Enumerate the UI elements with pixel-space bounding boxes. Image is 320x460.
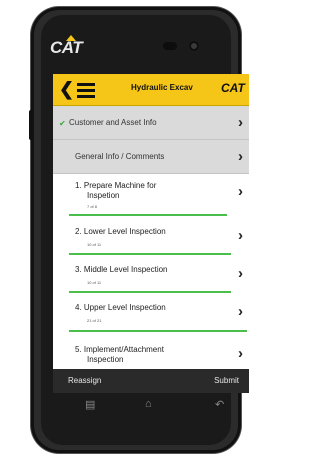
checkmark-icon: ✔ [59,119,66,128]
reassign-button[interactable]: Reassign [68,376,101,385]
brand-logo: CAT [50,35,90,58]
chevron-right-icon: › [238,303,243,320]
inspection-item-lower-level[interactable]: 2. Lower Level Inspection 10 of 11 › [53,218,249,256]
inspection-name: 5. Implement/Attachment Inspection [75,345,164,364]
submit-button[interactable]: Submit [214,376,239,385]
inspection-item-middle-level[interactable]: 3. Middle Level Inspection 10 of 11 › [53,256,249,294]
inspection-name: 4. Upper Level Inspection [75,303,166,312]
inspection-count: 7 of 8 [87,204,98,209]
proximity-sensor [163,42,177,50]
android-nav-bar: ▤ ⌂ ↶ [53,398,249,418]
app-header: ❮ Hydraulic Excav CAT [53,74,249,106]
front-camera [189,41,199,51]
inspection-name: 2. Lower Level Inspection [75,227,166,236]
hamburger-menu-icon[interactable] [77,83,95,98]
inspection-count: 10 of 11 [87,242,102,247]
progress-bar [69,253,231,255]
section-label: General Info / Comments [75,152,165,161]
page-title: Hydraulic Excav [131,83,193,92]
progress-bar [69,291,231,293]
home-icon[interactable]: ⌂ [145,398,152,410]
chevron-right-icon: › [238,265,243,282]
inspection-count: 10 of 11 [87,280,102,285]
power-button [29,110,33,140]
app-screen: ❮ Hydraulic Excav CAT ✔ Customer and Ass… [53,74,249,374]
recent-apps-icon[interactable]: ▤ [85,398,95,411]
chevron-right-icon: › [238,183,243,200]
chevron-right-icon: › [238,148,243,165]
bottom-action-bar: Reassign Submit [53,369,249,393]
cat-logo: CAT [221,81,245,95]
inspection-name: 1. Prepare Machine for Inspetion [75,181,157,200]
inspection-name: 3. Middle Level Inspection [75,265,168,274]
chevron-right-icon: › [238,114,243,131]
inspection-count: 21 of 21 [87,318,102,323]
section-general-info-comments[interactable]: General Info / Comments › [53,140,249,174]
chevron-right-icon: › [238,227,243,244]
progress-bar [69,330,247,332]
back-icon[interactable]: ↶ [215,398,224,411]
progress-bar [69,214,227,216]
inspection-item-upper-level[interactable]: 4. Upper Level Inspection 21 of 21 › [53,294,249,334]
back-arrow-icon[interactable]: ❮ [59,80,74,98]
chevron-right-icon: › [238,345,243,362]
section-customer-asset-info[interactable]: ✔ Customer and Asset Info › [53,106,249,140]
section-label: Customer and Asset Info [69,118,157,127]
inspection-item-prepare-machine[interactable]: 1. Prepare Machine for Inspetion 7 of 8 › [53,174,249,218]
